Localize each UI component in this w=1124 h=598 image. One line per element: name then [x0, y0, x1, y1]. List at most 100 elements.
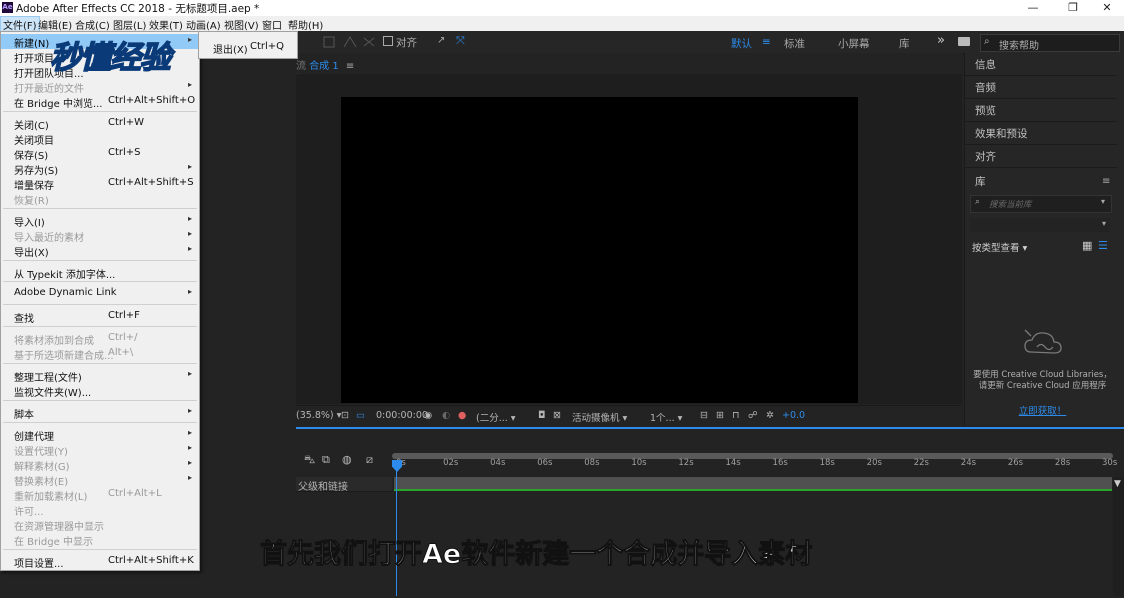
file-menu-item-close-project[interactable]: 关闭项目: [1, 131, 199, 147]
views-select[interactable]: 1个... ▾: [650, 410, 682, 424]
workspace-default[interactable]: 默认: [731, 36, 752, 51]
fast-previews-icon[interactable]: ◘: [538, 410, 546, 421]
file-menu: 新建(N) ▸ 打开项目... 打开团队项目... 打开最近的文件 ▸ 在 Bridge 中…: [0, 31, 200, 571]
search-help-input[interactable]: ⌕ 搜索帮助: [980, 34, 1120, 52]
work-area-bar[interactable]: [394, 477, 1112, 489]
toggle-pixel-icon[interactable]: ⊟: [700, 410, 708, 421]
file-menu-item-shortcut: Alt+\: [108, 347, 134, 358]
file-menu-item-add-fonts-from-typekit[interactable]: 从 Typekit 添加字体...: [1, 265, 199, 281]
exposure-value[interactable]: +0.0: [782, 410, 805, 421]
exit-menu-item[interactable]: 退出(X): [213, 41, 248, 56]
file-menu-item-label: 关闭(C): [14, 121, 49, 132]
zoom-select[interactable]: (35.8%) ▾: [296, 410, 341, 421]
channel-icon[interactable]: ●: [458, 410, 466, 421]
timeline-scrollbar[interactable]: [1113, 477, 1124, 596]
reset-exposure-icon[interactable]: ⊞: [716, 410, 724, 421]
align-checkbox[interactable]: [383, 36, 393, 46]
sync-icon[interactable]: [958, 37, 970, 46]
panel-align[interactable]: 对齐: [965, 145, 1117, 168]
workspace-standard[interactable]: 标准: [784, 36, 805, 51]
view-by-type-select[interactable]: 按类型查看 ▾: [972, 240, 1027, 254]
frame-blend-icon[interactable]: ⧉: [322, 453, 330, 467]
workspace-small-screen[interactable]: 小屏幕: [838, 36, 870, 51]
composition-canvas[interactable]: [341, 97, 858, 403]
menu-separator: [3, 281, 197, 282]
grid-view-icon[interactable]: ▦: [1082, 239, 1092, 252]
file-menu-item-close[interactable]: 关闭(C) Ctrl+W: [1, 116, 199, 132]
settings-icon[interactable]: ✲: [766, 410, 774, 421]
timecode[interactable]: 0:00:00:00: [376, 410, 428, 421]
camera-select[interactable]: 活动摄像机 ▾: [572, 410, 627, 424]
menu-file[interactable]: 文件(F): [0, 16, 40, 33]
file-menu-item-save-as[interactable]: 另存为(S) ▸: [1, 161, 199, 177]
panel-library[interactable]: 库: [965, 170, 1117, 192]
workspace-library[interactable]: 库: [899, 36, 910, 51]
file-menu-item-scripts[interactable]: 脚本 ▸: [1, 405, 199, 421]
timeline-end-marker-icon[interactable]: ▼: [1114, 479, 1121, 489]
graph-editor-icon[interactable]: ⧄: [366, 453, 373, 467]
menu-bar: 文件(F) 编辑(E) 合成(C) 图层(L) 效果(T) 动画(A) 视图(V…: [0, 16, 1124, 33]
transparency-grid-icon[interactable]: ⊠: [553, 410, 561, 421]
more-workspaces-button[interactable]: »: [937, 33, 945, 48]
menu-edit[interactable]: 编辑(E): [38, 17, 72, 32]
panel-info[interactable]: 信息: [965, 53, 1117, 76]
file-menu-item-replace-footage: 替换素材(E) ▸: [1, 472, 199, 488]
3d-view-icon[interactable]: ⊓: [732, 410, 739, 421]
file-menu-item-dependencies[interactable]: 整理工程(文件) ▸: [1, 368, 199, 384]
file-menu-item-label: 查找: [14, 314, 34, 325]
snapshot-icon[interactable]: ◉: [424, 410, 432, 421]
snap-icon[interactable]: ↗: [437, 35, 445, 46]
region-of-interest-icon[interactable]: ▭: [356, 410, 365, 421]
file-menu-item-find[interactable]: 查找 Ctrl+F: [1, 309, 199, 325]
composition-tab[interactable]: 流 合成 1 ≡: [296, 57, 354, 72]
file-menu-item-project-settings[interactable]: 项目设置... Ctrl+Alt+Shift+K: [1, 554, 199, 570]
file-menu-item-export[interactable]: 导出(X) ▸: [1, 243, 199, 259]
menu-view[interactable]: 视图(V): [224, 17, 259, 32]
menu-composition[interactable]: 合成(C): [75, 17, 110, 32]
list-view-icon[interactable]: ☰: [1098, 239, 1108, 252]
motion-blur-icon[interactable]: ◍: [342, 453, 352, 466]
panel-menu-icon[interactable]: ≡: [346, 61, 354, 72]
panel-audio[interactable]: 音频: [965, 76, 1117, 99]
file-menu-item-open-recent: 打开最近的文件 ▸: [1, 79, 199, 95]
show-snapshot-icon[interactable]: ◐: [442, 410, 450, 421]
search-help-placeholder: 搜索帮助: [999, 41, 1039, 52]
composition-panel-header: [296, 53, 962, 73]
get-now-link[interactable]: 立即获取！: [970, 403, 1115, 417]
flowchart-icon[interactable]: ☍: [748, 410, 758, 421]
file-menu-item-browse-in-bridge[interactable]: 在 Bridge 中浏览... Ctrl+Alt+Shift+O: [1, 94, 199, 110]
menu-animation[interactable]: 动画(A): [186, 17, 221, 32]
close-button[interactable]: ✕: [1090, 0, 1124, 16]
menu-window[interactable]: 窗口: [262, 17, 282, 32]
file-menu-item-adobe-dynamic-link[interactable]: Adobe Dynamic Link ▸: [1, 286, 199, 301]
menu-effect[interactable]: 效果(T): [149, 17, 183, 32]
file-menu-item-create-proxy[interactable]: 创建代理 ▸: [1, 427, 199, 443]
time-ruler[interactable]: 0s02s04s06s08s10s12s14s16s18s20s22s24s26…: [394, 458, 1117, 474]
resolution-select[interactable]: (二分... ▾: [476, 410, 516, 424]
menu-help[interactable]: 帮助(H): [288, 17, 323, 32]
library-search-dropdown-icon[interactable]: ▾: [1101, 197, 1105, 206]
minimize-button[interactable]: —: [1016, 0, 1050, 16]
file-menu-item-save[interactable]: 保存(S) Ctrl+S: [1, 146, 199, 162]
workspace-menu-icon[interactable]: ≡: [762, 36, 771, 48]
file-menu-item-label: 重新加载素材(L): [14, 492, 88, 503]
menu-layer[interactable]: 图层(L): [113, 17, 146, 32]
library-menu-icon[interactable]: ≡: [1102, 176, 1110, 187]
library-search-input[interactable]: ⌕ 搜索当前库 ▾: [970, 195, 1112, 213]
expand-icon[interactable]: ⤧: [456, 34, 465, 48]
submenu-arrow-icon: ▸: [188, 458, 193, 467]
current-time-indicator[interactable]: [396, 462, 397, 596]
shy-icon[interactable]: ⛍: [304, 453, 315, 468]
panel-effects-presets[interactable]: 效果和预设: [965, 122, 1117, 145]
time-ruler-tick: 26s: [1007, 458, 1024, 468]
file-menu-item-watch-folder[interactable]: 监视文件夹(W)...: [1, 383, 199, 399]
file-menu-item-increment-save[interactable]: 增量保存 Ctrl+Alt+Shift+S: [1, 176, 199, 192]
file-menu-item-label: 创建代理: [14, 432, 54, 443]
parent-column-header: 父级和链接: [296, 477, 392, 493]
library-select[interactable]: ▾: [970, 218, 1110, 232]
panel-preview[interactable]: 预览: [965, 99, 1117, 122]
maximize-button[interactable]: ❐: [1056, 0, 1090, 16]
safe-margins-icon[interactable]: ⊡: [341, 410, 349, 421]
file-menu-item-import[interactable]: 导入(I) ▸: [1, 213, 199, 229]
resolution-value: (二分...: [476, 413, 508, 424]
